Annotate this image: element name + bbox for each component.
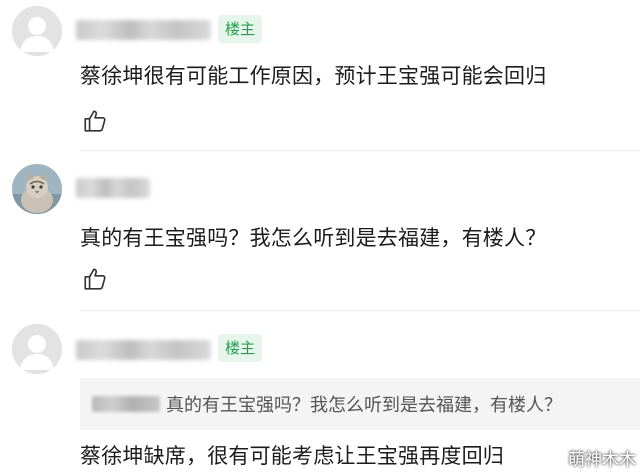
- quoted-text: 真的有王宝强吗？我怎么听到是去福建，有楼人？: [166, 395, 562, 416]
- thumbs-up-icon[interactable]: [82, 108, 108, 134]
- watermark: 萌神木木: [568, 450, 636, 470]
- comment-text: 蔡徐坤缺席，很有可能考虑让王宝强再度回归: [80, 444, 504, 468]
- thumbs-up-icon[interactable]: [82, 266, 108, 292]
- cat-photo-avatar: [12, 164, 62, 214]
- op-badge: 楼主: [218, 334, 263, 362]
- avatar[interactable]: [12, 6, 62, 56]
- username-redacted[interactable]: [76, 340, 211, 360]
- username-redacted[interactable]: [76, 178, 150, 198]
- comment-item: 真的有王宝强吗？我怎么听到是去福建，有楼人？: [0, 150, 640, 311]
- quoted-reply[interactable]: 真的有王宝强吗？我怎么听到是去福建，有楼人？: [80, 378, 640, 430]
- username-redacted[interactable]: [76, 20, 211, 40]
- comment-text: 真的有王宝强吗？我怎么听到是去福建，有楼人？: [80, 226, 547, 250]
- avatar[interactable]: [12, 164, 62, 214]
- comment-text: 蔡徐坤很有可能工作原因，预计王宝强可能会回归: [80, 64, 547, 88]
- user-silhouette-icon: [12, 324, 62, 374]
- comment-item: 楼主 蔡徐坤很有可能工作原因，预计王宝强可能会回归: [0, 0, 640, 151]
- comment-item: 楼主 真的有王宝强吗？我怎么听到是去福建，有楼人？ 蔡徐坤缺席，很有可能考虑让王…: [0, 310, 640, 476]
- avatar[interactable]: [12, 324, 62, 374]
- quoted-username-redacted: [92, 396, 160, 412]
- user-silhouette-icon: [12, 6, 62, 56]
- op-badge: 楼主: [218, 15, 263, 43]
